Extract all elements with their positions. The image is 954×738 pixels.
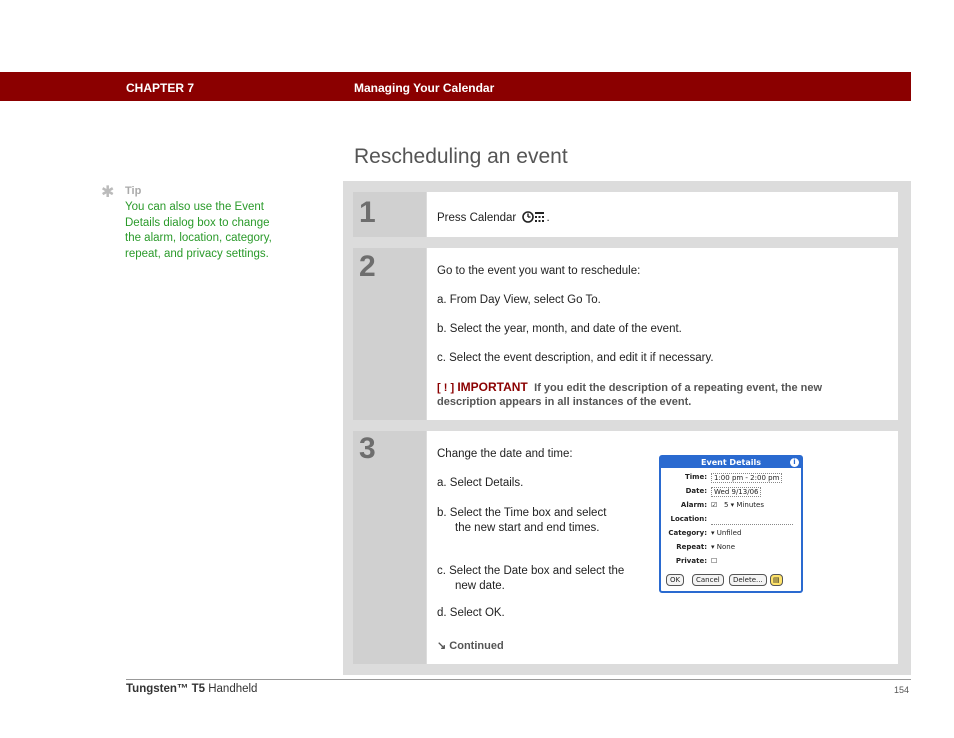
repeat-picker[interactable]: ▾ None bbox=[711, 543, 735, 551]
step-2-item-a: a. From Day View, select Go To. bbox=[437, 294, 601, 306]
repeat-value: None bbox=[716, 543, 736, 551]
footer-rule bbox=[126, 679, 911, 680]
important-label: IMPORTANT bbox=[457, 380, 528, 394]
tip-label: Tip bbox=[125, 185, 142, 197]
step-1-label: Press Calendar bbox=[437, 212, 517, 224]
step-3-item-d: d. Select OK. bbox=[437, 607, 505, 619]
category-value: Unfiled bbox=[716, 529, 742, 537]
cancel-button[interactable]: Cancel bbox=[692, 574, 724, 586]
footer-product-bold: Tungsten™ T5 bbox=[126, 683, 206, 695]
continued-label: Continued bbox=[449, 640, 504, 652]
step-3-item-b: b. Select the Time box and select the ne… bbox=[437, 507, 607, 534]
chapter-label: CHAPTER 7 bbox=[126, 81, 195, 95]
event-details-dialog: Event Details i Time: 1:00 pm - 2:00 pm … bbox=[659, 455, 803, 593]
tip-text: You can also use the Event Details dialo… bbox=[125, 201, 272, 261]
footer-product: Tungsten™ T5 Handheld bbox=[126, 683, 257, 695]
page-number: 154 bbox=[894, 685, 910, 695]
step-3-item-a: a. Select Details. bbox=[437, 477, 524, 489]
repeat-label: Repeat: bbox=[676, 543, 707, 551]
step-3-number: 3 bbox=[359, 432, 376, 465]
date-label: Date: bbox=[685, 487, 707, 495]
step-1-number: 1 bbox=[359, 196, 376, 229]
important-note: [ ! ] IMPORTANT If you edit the descript… bbox=[437, 380, 877, 409]
category-label: Category: bbox=[668, 529, 707, 537]
alarm-checkbox[interactable]: ☑ bbox=[711, 501, 717, 509]
category-picker[interactable]: ▾ Unfiled bbox=[711, 529, 741, 537]
step-2-number: 2 bbox=[359, 250, 376, 283]
private-checkbox[interactable]: ☐ bbox=[711, 557, 717, 565]
time-field[interactable]: 1:00 pm - 2:00 pm bbox=[711, 473, 783, 483]
continued-link[interactable]: ↘ Continued bbox=[437, 639, 504, 652]
asterisk-icon: ✱ bbox=[101, 184, 115, 201]
alarm-unit[interactable]: Minutes bbox=[736, 501, 764, 509]
step-3-item-c: c. Select the Date box and select the ne… bbox=[437, 565, 625, 592]
ok-button[interactable]: OK bbox=[666, 574, 685, 586]
private-label: Private: bbox=[675, 557, 707, 565]
calendar-button-icon bbox=[522, 210, 546, 227]
footer-product-rest: Handheld bbox=[208, 683, 258, 695]
alarm-controls: ☑ 5 ▾ Minutes bbox=[711, 501, 764, 509]
step-2-item-c: c. Select the event description, and edi… bbox=[437, 352, 714, 364]
info-icon[interactable]: i bbox=[790, 458, 799, 467]
delete-button[interactable]: Delete... bbox=[729, 574, 767, 586]
dialog-title-bar: Event Details i bbox=[661, 457, 801, 468]
dialog-title: Event Details bbox=[701, 458, 761, 467]
date-field[interactable]: Wed 9/13/06 bbox=[711, 487, 762, 497]
step-3-intro: Change the date and time: bbox=[437, 448, 573, 460]
time-label: Time: bbox=[684, 473, 707, 481]
step-2-item-b: b. Select the year, month, and date of t… bbox=[437, 323, 682, 335]
dropdown-arrow-icon[interactable]: ▾ bbox=[731, 501, 735, 509]
page-title: Rescheduling an event bbox=[354, 145, 568, 168]
step-1-text: Press Calendar . bbox=[437, 210, 550, 227]
location-label: Location: bbox=[670, 515, 707, 523]
note-icon[interactable]: ▤ bbox=[770, 574, 783, 586]
alarm-value[interactable]: 5 bbox=[724, 501, 728, 509]
location-field[interactable] bbox=[711, 515, 793, 525]
arrow-down-right-icon: ↘ bbox=[437, 640, 447, 652]
dropdown-arrow-icon: ▾ bbox=[711, 543, 715, 551]
important-icon: [ ! ] bbox=[437, 382, 455, 394]
dropdown-arrow-icon: ▾ bbox=[711, 529, 715, 537]
alarm-label: Alarm: bbox=[680, 501, 707, 509]
chapter-title: Managing Your Calendar bbox=[354, 81, 495, 95]
step-2-intro: Go to the event you want to reschedule: bbox=[437, 265, 641, 277]
